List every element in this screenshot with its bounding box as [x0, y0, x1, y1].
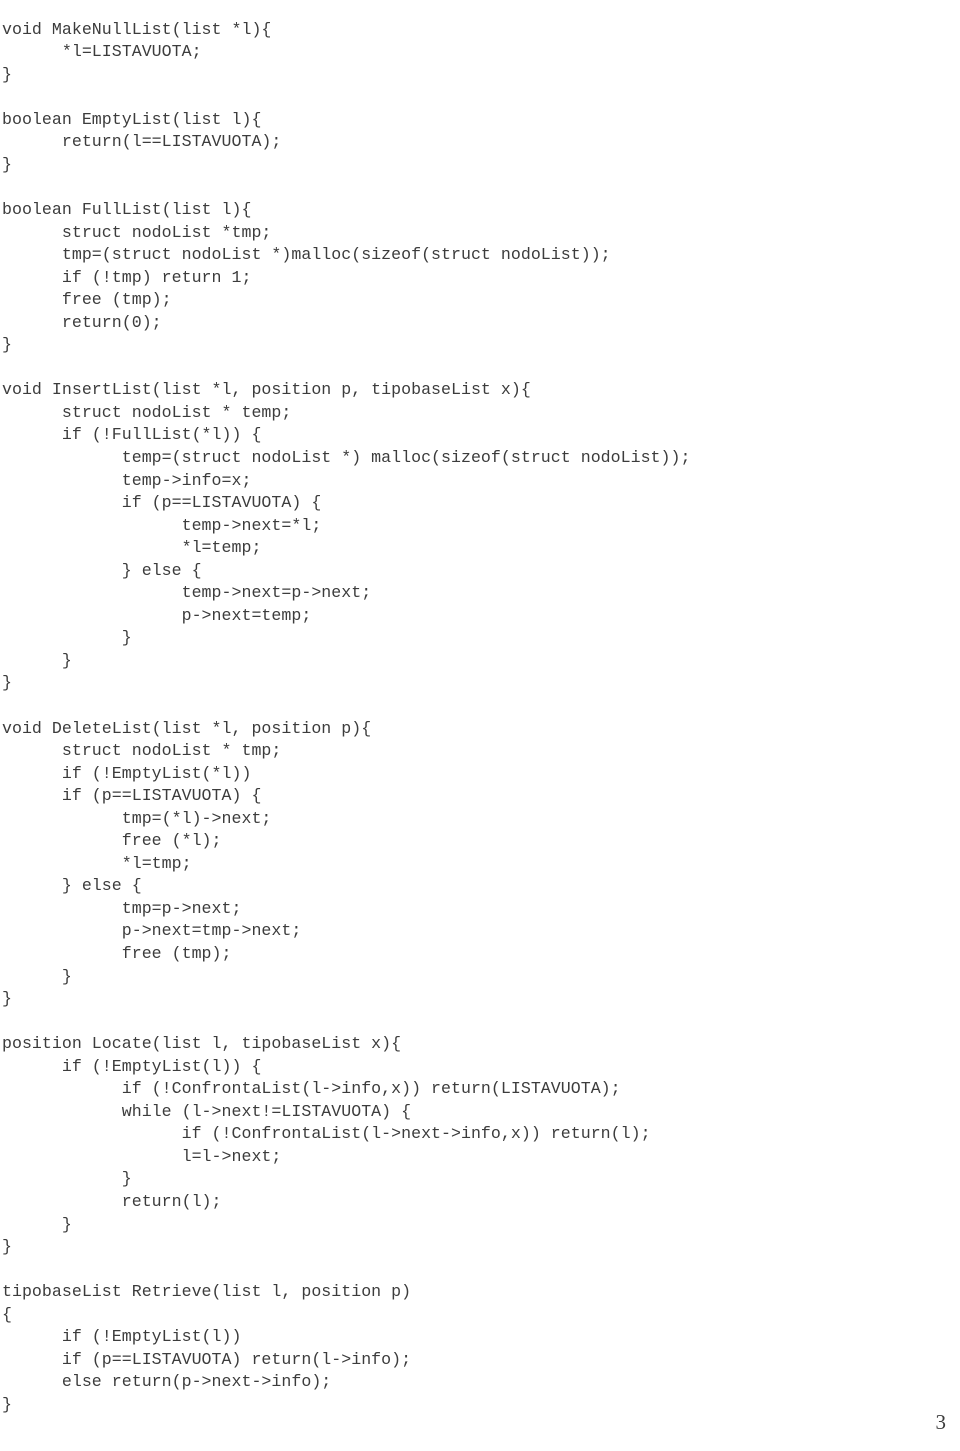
code-line: } else { — [2, 876, 142, 896]
code-line: boolean EmptyList(list l){ — [2, 109, 262, 129]
code-line: tmp=(*l)->next; — [2, 808, 272, 828]
code-line: return(l); — [2, 1192, 222, 1212]
code-line: boolean FullList(list l){ — [2, 199, 252, 219]
code-line: void MakeNullList(list *l){ — [2, 19, 272, 39]
code-line: struct nodoList * tmp; — [2, 741, 282, 761]
code-line: if (p==LISTAVUOTA) return(l->info); — [2, 1349, 412, 1369]
code-line: else return(p->next->info); — [2, 1372, 332, 1392]
code-line: tmp=p->next; — [2, 898, 242, 918]
code-listing: void MakeNullList(list *l){ *l=LISTAVUOT… — [2, 19, 952, 1417]
code-line: while (l->next!=LISTAVUOTA) { — [2, 1101, 412, 1121]
code-line: p->next=temp; — [2, 605, 312, 625]
code-line: *l=LISTAVUOTA; — [2, 42, 202, 62]
code-line: } — [2, 335, 12, 355]
code-line: } else { — [2, 560, 202, 580]
code-line: } — [2, 673, 12, 693]
code-line: free (*l); — [2, 831, 222, 851]
code-line: free (tmp); — [2, 290, 172, 310]
code-line: } — [2, 1169, 132, 1189]
code-line: if (!ConfrontaList(l->info,x)) return(LI… — [2, 1079, 621, 1099]
code-line: void InsertList(list *l, position p, tip… — [2, 380, 531, 400]
page-number: 3 — [935, 1410, 947, 1434]
code-line: if (p==LISTAVUOTA) { — [2, 786, 262, 806]
code-line: } — [2, 1394, 12, 1414]
code-line: if (!ConfrontaList(l->next->info,x)) ret… — [2, 1124, 651, 1144]
code-line: temp->next=*l; — [2, 515, 322, 535]
code-line: temp->info=x; — [2, 470, 252, 490]
code-line: if (!FullList(*l)) { — [2, 425, 262, 445]
code-line: if (!tmp) return 1; — [2, 267, 252, 287]
code-line: free (tmp); — [2, 944, 232, 964]
code-line: } — [2, 1237, 12, 1257]
code-line: position Locate(list l, tipobaseList x){ — [2, 1034, 402, 1054]
code-line: *l=tmp; — [2, 853, 192, 873]
code-line: if (!EmptyList(l)) { — [2, 1056, 262, 1076]
code-line: temp=(struct nodoList *) malloc(sizeof(s… — [2, 447, 691, 467]
code-line: p->next=tmp->next; — [2, 921, 302, 941]
code-line: tipobaseList Retrieve(list l, position p… — [2, 1282, 412, 1302]
code-line: } — [2, 650, 72, 670]
code-line: } — [2, 966, 72, 986]
code-line: return(0); — [2, 312, 162, 332]
code-line: } — [2, 628, 132, 648]
code-line: struct nodoList *tmp; — [2, 222, 272, 242]
code-line: } — [2, 1214, 72, 1234]
code-line: } — [2, 154, 12, 174]
code-line: } — [2, 989, 12, 1009]
code-line: tmp=(struct nodoList *)malloc(sizeof(str… — [2, 245, 611, 265]
code-line: l=l->next; — [2, 1146, 282, 1166]
code-line: if (!EmptyList(l)) — [2, 1327, 242, 1347]
document-page: void MakeNullList(list *l){ *l=LISTAVUOT… — [0, 0, 960, 1451]
code-line: *l=temp; — [2, 538, 262, 558]
code-line: temp->next=p->next; — [2, 583, 372, 603]
code-line: if (p==LISTAVUOTA) { — [2, 493, 322, 513]
code-line: return(l==LISTAVUOTA); — [2, 132, 282, 152]
code-line: void DeleteList(list *l, position p){ — [2, 718, 372, 738]
code-line: { — [2, 1304, 12, 1324]
code-line: struct nodoList * temp; — [2, 402, 292, 422]
code-line: if (!EmptyList(*l)) — [2, 763, 252, 783]
code-line: } — [2, 64, 12, 84]
